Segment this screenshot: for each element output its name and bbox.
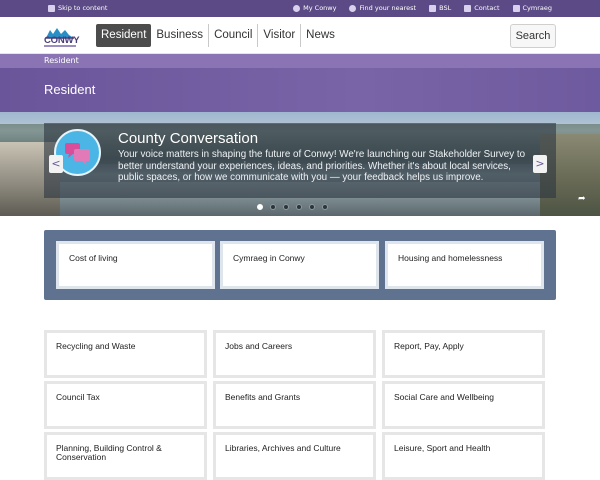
hero-carousel: County Conversation Your voice matters i… bbox=[0, 112, 600, 216]
page-title-band: Resident bbox=[0, 68, 600, 112]
carousel-prev-button[interactable]: < bbox=[49, 155, 63, 173]
featured-link-cymraeg[interactable]: Cymraeg in Conwy bbox=[220, 241, 379, 289]
skip-to-content-link[interactable]: Skip to content bbox=[48, 4, 107, 12]
tab-visitor[interactable]: Visitor bbox=[257, 24, 300, 47]
carousel-dot[interactable] bbox=[296, 204, 302, 210]
hero-title: County Conversation bbox=[118, 130, 259, 147]
service-card-social-care[interactable]: Social Care and Wellbeing bbox=[382, 381, 545, 429]
my-conwy-link[interactable]: My Conwy bbox=[293, 4, 336, 12]
conwy-logo[interactable]: CONWY bbox=[44, 24, 80, 48]
sign-language-icon bbox=[429, 4, 437, 12]
skip-label: Skip to content bbox=[58, 4, 108, 12]
contact-link[interactable]: Contact bbox=[464, 4, 500, 12]
hero-text: Your voice matters in shaping the future… bbox=[118, 149, 526, 183]
phone-icon bbox=[464, 4, 472, 12]
featured-link-housing[interactable]: Housing and homelessness bbox=[385, 241, 544, 289]
find-your-nearest-link[interactable]: Find your nearest bbox=[349, 4, 416, 12]
carousel-dot[interactable] bbox=[322, 204, 328, 210]
search-button[interactable]: Search bbox=[510, 24, 556, 48]
service-card-leisure[interactable]: Leisure, Sport and Health bbox=[382, 432, 545, 480]
featured-links-panel: Cost of living Cymraeg in Conwy Housing … bbox=[44, 230, 556, 300]
utility-bar: Skip to content My Conwy Find your neare… bbox=[0, 0, 600, 17]
carousel-dot[interactable] bbox=[257, 204, 263, 210]
service-card-libraries[interactable]: Libraries, Archives and Culture bbox=[213, 432, 376, 480]
carousel-next-button[interactable]: > bbox=[533, 155, 547, 173]
tab-council[interactable]: Council bbox=[208, 24, 257, 47]
tab-resident[interactable]: Resident bbox=[96, 24, 152, 47]
service-card-planning[interactable]: Planning, Building Control & Conservatio… bbox=[44, 432, 207, 480]
cymraeg-link[interactable]: Cymraeg bbox=[512, 4, 552, 12]
breadcrumb: Resident bbox=[0, 54, 600, 68]
share-icon[interactable]: ➦ bbox=[578, 194, 586, 204]
site-header: CONWY Resident Business Council Visitor … bbox=[0, 17, 600, 54]
hero-caption-panel[interactable]: County Conversation Your voice matters i… bbox=[44, 123, 586, 204]
service-card-report-pay-apply[interactable]: Report, Pay, Apply bbox=[382, 330, 545, 378]
speech-bubble-icon bbox=[512, 4, 520, 12]
logo-subtitle-line bbox=[44, 45, 76, 47]
chat-bubbles-icon bbox=[64, 142, 90, 165]
user-icon bbox=[293, 4, 301, 12]
featured-link-cost-of-living[interactable]: Cost of living bbox=[56, 241, 215, 289]
service-card-council-tax[interactable]: Council Tax bbox=[44, 381, 207, 429]
carousel-dots bbox=[257, 204, 328, 210]
bsl-link[interactable]: BSL bbox=[429, 4, 451, 12]
carousel-dot[interactable] bbox=[283, 204, 289, 210]
main-nav: Resident Business Council Visitor News bbox=[96, 24, 340, 47]
location-pin-icon bbox=[349, 4, 357, 12]
breadcrumb-item-resident[interactable]: Resident bbox=[44, 56, 79, 65]
skip-icon bbox=[48, 4, 55, 12]
service-card-recycling[interactable]: Recycling and Waste bbox=[44, 330, 207, 378]
service-card-benefits[interactable]: Benefits and Grants bbox=[213, 381, 376, 429]
service-card-jobs[interactable]: Jobs and Careers bbox=[213, 330, 376, 378]
tab-business[interactable]: Business bbox=[151, 24, 208, 47]
tab-news[interactable]: News bbox=[300, 24, 340, 47]
carousel-dot[interactable] bbox=[270, 204, 276, 210]
page-title: Resident bbox=[44, 82, 96, 97]
carousel-dot[interactable] bbox=[309, 204, 315, 210]
